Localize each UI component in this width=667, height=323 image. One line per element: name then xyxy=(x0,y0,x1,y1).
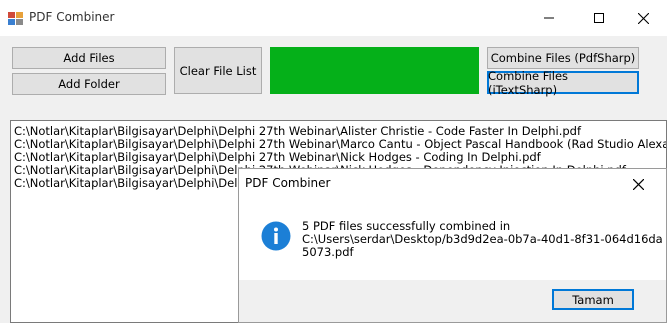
clear-file-list-button[interactable]: Clear File List xyxy=(174,47,262,94)
title-bar[interactable]: PDF Combiner xyxy=(0,0,667,36)
close-icon xyxy=(637,12,649,24)
add-folder-button[interactable]: Add Folder xyxy=(12,73,166,95)
minimize-button[interactable] xyxy=(526,0,572,36)
main-window: PDF Combiner Add Files Add Folder Clear … xyxy=(0,0,667,323)
close-icon xyxy=(632,178,644,190)
message-line: C:\Users\serdar\Desktop/b3d9d2ea-0b7a-40… xyxy=(302,232,663,246)
list-item[interactable]: C:\Notlar\Kitaplar\Bilgisayar\Delphi\Del… xyxy=(14,124,581,138)
dialog-close-button[interactable] xyxy=(625,173,651,195)
message-line: 5073.pdf xyxy=(302,245,354,259)
status-indicator xyxy=(270,47,479,94)
dialog-title: PDF Combiner xyxy=(245,176,331,190)
minimize-icon xyxy=(544,17,554,19)
message-dialog: PDF Combiner 5 PDF files successfully co… xyxy=(238,168,667,323)
maximize-icon xyxy=(594,13,604,23)
ok-button[interactable]: Tamam xyxy=(552,289,634,310)
list-item[interactable]: C:\Notlar\Kitaplar\Bilgisayar\Delphi\Del… xyxy=(14,150,541,164)
dialog-message: 5 PDF files successfully combined in C:\… xyxy=(302,220,663,259)
combine-itextsharp-button[interactable]: Combine Files (iTextSharp) xyxy=(487,69,639,97)
dialog-footer: Tamam xyxy=(239,280,666,322)
window-title: PDF Combiner xyxy=(29,10,115,24)
pdf-app-icon xyxy=(8,12,23,25)
maximize-button[interactable] xyxy=(576,0,622,36)
combine-pdfsharp-button[interactable]: Combine Files (PdfSharp) xyxy=(487,47,639,69)
list-item[interactable]: C:\Notlar\Kitaplar\Bilgisayar\Delphi\Del… xyxy=(14,137,666,151)
add-files-button[interactable]: Add Files xyxy=(12,47,166,69)
close-button[interactable] xyxy=(620,0,666,36)
info-icon xyxy=(261,221,291,251)
